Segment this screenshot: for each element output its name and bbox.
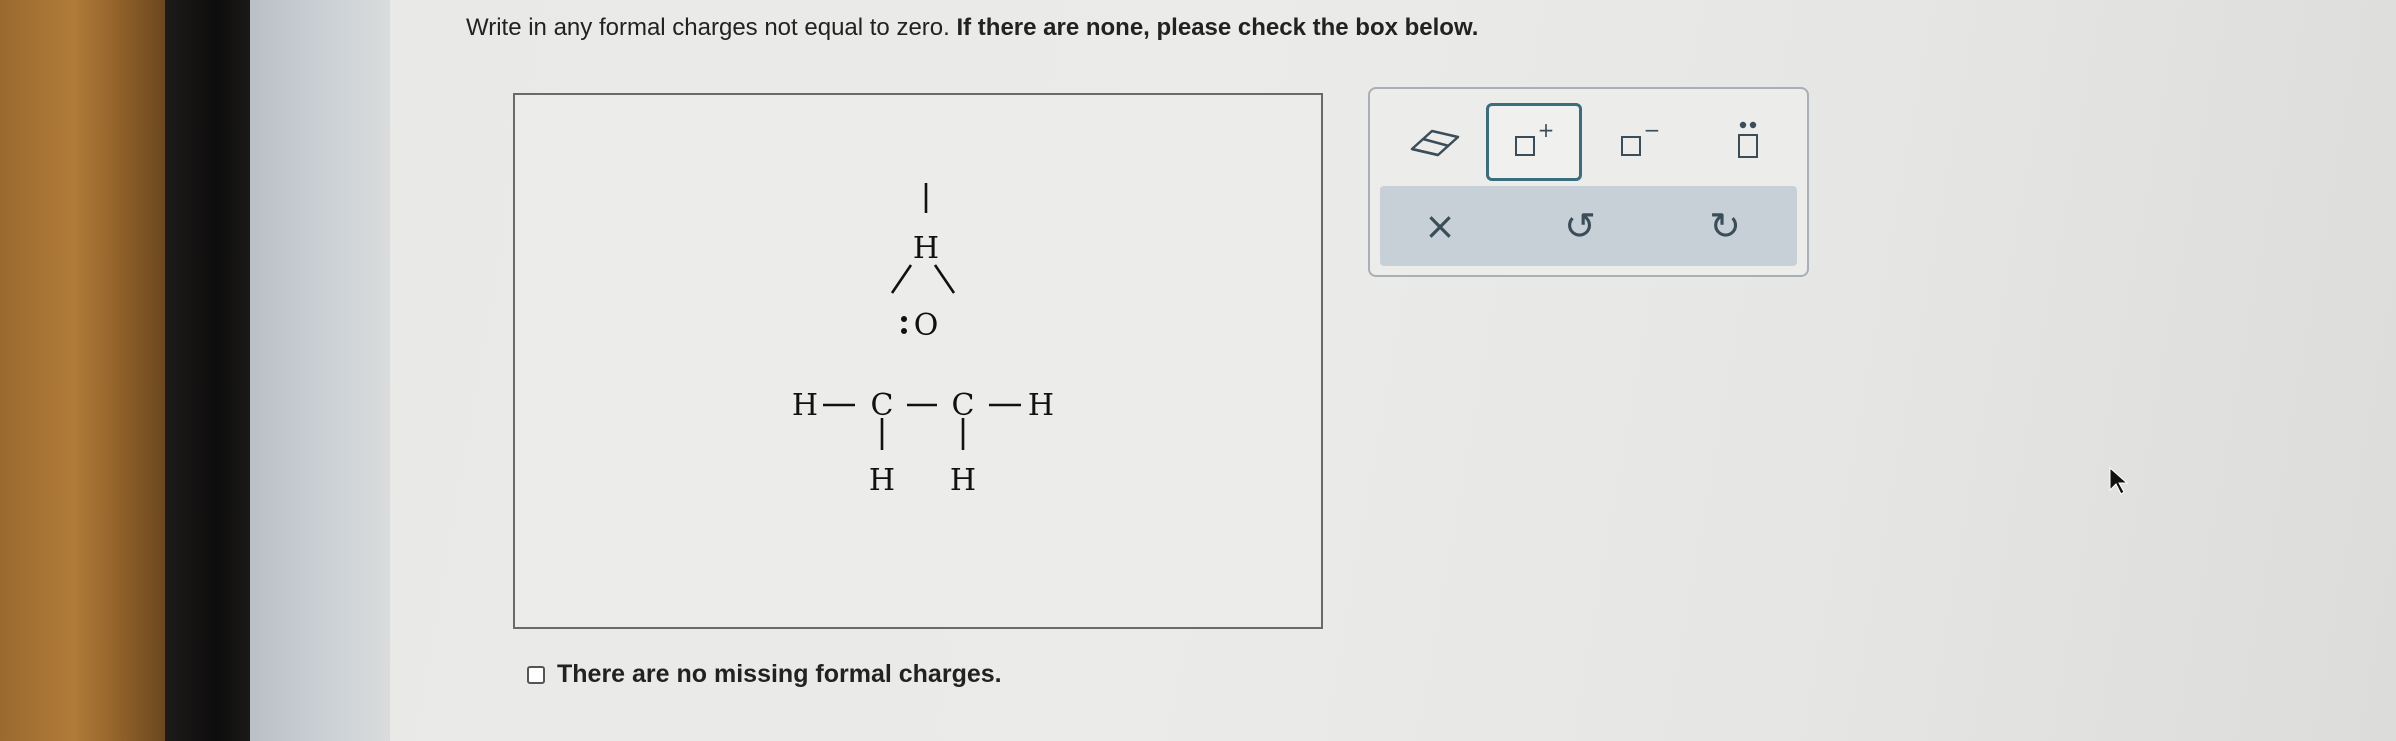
redo-button[interactable]: ↻ bbox=[1665, 186, 1785, 266]
plus-sign: + bbox=[1538, 121, 1555, 142]
atom-c-right[interactable]: C bbox=[952, 388, 975, 423]
undo-button[interactable]: ↺ bbox=[1520, 186, 1640, 266]
atom-h-bottom-right[interactable]: H bbox=[950, 463, 976, 498]
monitor-bezel bbox=[165, 0, 250, 741]
atom-h-bottom-left[interactable]: H bbox=[869, 463, 895, 498]
lone-pair-icon bbox=[1738, 121, 1758, 158]
no-charge-checkbox[interactable] bbox=[527, 665, 545, 684]
molecule-structure[interactable]: H O H C C H H H bbox=[515, 95, 1321, 627]
lone-pair-dot-top bbox=[901, 316, 907, 322]
positive-charge-icon: + bbox=[1515, 121, 1555, 156]
lone-pair-dot-bottom bbox=[901, 328, 907, 334]
close-icon: × bbox=[1424, 204, 1456, 248]
atom-c-left[interactable]: C bbox=[871, 388, 894, 423]
minus-sign: − bbox=[1644, 121, 1661, 142]
instruction-bold: If there are none, please check the box … bbox=[956, 14, 1479, 41]
bond-o-c-right[interactable] bbox=[933, 264, 956, 294]
instruction-text: Write in any formal charges not equal to… bbox=[466, 14, 1478, 42]
atom-h-left[interactable]: H bbox=[792, 388, 818, 423]
drawing-canvas[interactable]: H O H C C H H H bbox=[513, 93, 1323, 629]
bond-o-c-left[interactable] bbox=[890, 264, 913, 294]
negative-charge-button[interactable]: − bbox=[1592, 103, 1688, 181]
charge-toolbar: + − × ↺ ↻ bbox=[1368, 87, 1809, 277]
eraser-button[interactable] bbox=[1400, 113, 1470, 173]
atom-h-right[interactable]: H bbox=[1028, 388, 1054, 423]
clear-button[interactable]: × bbox=[1380, 186, 1500, 266]
lone-pair-button[interactable] bbox=[1700, 103, 1796, 181]
mouse-cursor-icon bbox=[2109, 466, 2129, 495]
undo-icon: ↺ bbox=[1564, 204, 1596, 248]
negative-charge-icon: − bbox=[1621, 121, 1661, 156]
atom-h-top[interactable]: H bbox=[913, 231, 939, 266]
positive-charge-button[interactable]: + bbox=[1486, 103, 1582, 181]
no-charge-option[interactable]: There are no missing formal charges. bbox=[527, 660, 1002, 689]
no-charge-label: There are no missing formal charges. bbox=[557, 660, 1002, 688]
eraser-icon bbox=[1410, 129, 1460, 157]
atom-oxygen[interactable]: O bbox=[914, 308, 939, 343]
instruction-normal: Write in any formal charges not equal to… bbox=[466, 14, 950, 41]
redo-icon: ↻ bbox=[1709, 204, 1741, 248]
action-bar: × ↺ ↻ bbox=[1380, 186, 1797, 266]
background-wood bbox=[0, 0, 165, 741]
screen-edge bbox=[250, 0, 390, 741]
